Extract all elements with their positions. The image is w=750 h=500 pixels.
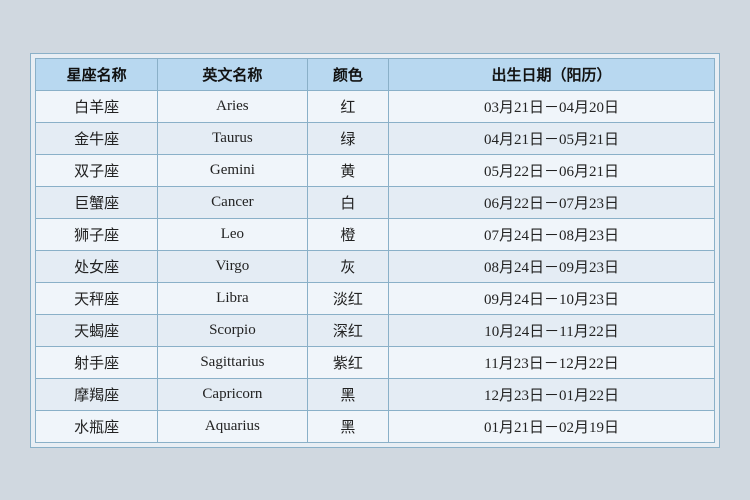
table-row: 处女座Virgo灰08月24日－09月23日	[36, 250, 715, 282]
cell-en: Libra	[158, 282, 307, 314]
cell-color: 绿	[307, 122, 388, 154]
table-row: 金牛座Taurus绿04月21日－05月21日	[36, 122, 715, 154]
cell-zh: 天秤座	[36, 282, 158, 314]
cell-color: 深红	[307, 314, 388, 346]
cell-color: 紫红	[307, 346, 388, 378]
cell-en: Leo	[158, 218, 307, 250]
cell-date: 06月22日－07月23日	[389, 186, 715, 218]
cell-zh: 狮子座	[36, 218, 158, 250]
cell-zh: 白羊座	[36, 90, 158, 122]
table-row: 摩羯座Capricorn黑12月23日－01月22日	[36, 378, 715, 410]
cell-color: 橙	[307, 218, 388, 250]
table-row: 巨蟹座Cancer白06月22日－07月23日	[36, 186, 715, 218]
table-row: 天蝎座Scorpio深红10月24日－11月22日	[36, 314, 715, 346]
header-date: 出生日期（阳历）	[389, 58, 715, 90]
cell-date: 08月24日－09月23日	[389, 250, 715, 282]
table-row: 水瓶座Aquarius黑01月21日－02月19日	[36, 410, 715, 442]
header-color: 颜色	[307, 58, 388, 90]
table-row: 白羊座Aries红03月21日－04月20日	[36, 90, 715, 122]
cell-date: 01月21日－02月19日	[389, 410, 715, 442]
header-en: 英文名称	[158, 58, 307, 90]
cell-en: Capricorn	[158, 378, 307, 410]
table-row: 天秤座Libra淡红09月24日－10月23日	[36, 282, 715, 314]
cell-date: 05月22日－06月21日	[389, 154, 715, 186]
cell-en: Scorpio	[158, 314, 307, 346]
cell-color: 黑	[307, 378, 388, 410]
cell-en: Virgo	[158, 250, 307, 282]
cell-en: Sagittarius	[158, 346, 307, 378]
cell-zh: 双子座	[36, 154, 158, 186]
cell-date: 09月24日－10月23日	[389, 282, 715, 314]
cell-zh: 天蝎座	[36, 314, 158, 346]
cell-zh: 摩羯座	[36, 378, 158, 410]
cell-zh: 处女座	[36, 250, 158, 282]
cell-zh: 金牛座	[36, 122, 158, 154]
zodiac-table: 星座名称 英文名称 颜色 出生日期（阳历） 白羊座Aries红03月21日－04…	[35, 58, 715, 443]
cell-color: 黑	[307, 410, 388, 442]
cell-zh: 巨蟹座	[36, 186, 158, 218]
cell-color: 红	[307, 90, 388, 122]
cell-date: 11月23日－12月22日	[389, 346, 715, 378]
cell-color: 灰	[307, 250, 388, 282]
table-header-row: 星座名称 英文名称 颜色 出生日期（阳历）	[36, 58, 715, 90]
cell-en: Taurus	[158, 122, 307, 154]
table-row: 狮子座Leo橙07月24日－08月23日	[36, 218, 715, 250]
cell-color: 白	[307, 186, 388, 218]
table-row: 双子座Gemini黄05月22日－06月21日	[36, 154, 715, 186]
cell-en: Aquarius	[158, 410, 307, 442]
zodiac-table-wrapper: 星座名称 英文名称 颜色 出生日期（阳历） 白羊座Aries红03月21日－04…	[30, 53, 720, 448]
cell-date: 12月23日－01月22日	[389, 378, 715, 410]
cell-en: Gemini	[158, 154, 307, 186]
cell-date: 04月21日－05月21日	[389, 122, 715, 154]
table-row: 射手座Sagittarius紫红11月23日－12月22日	[36, 346, 715, 378]
cell-zh: 射手座	[36, 346, 158, 378]
cell-zh: 水瓶座	[36, 410, 158, 442]
cell-en: Cancer	[158, 186, 307, 218]
cell-date: 07月24日－08月23日	[389, 218, 715, 250]
cell-date: 03月21日－04月20日	[389, 90, 715, 122]
cell-date: 10月24日－11月22日	[389, 314, 715, 346]
cell-color: 黄	[307, 154, 388, 186]
cell-color: 淡红	[307, 282, 388, 314]
cell-en: Aries	[158, 90, 307, 122]
header-zh: 星座名称	[36, 58, 158, 90]
